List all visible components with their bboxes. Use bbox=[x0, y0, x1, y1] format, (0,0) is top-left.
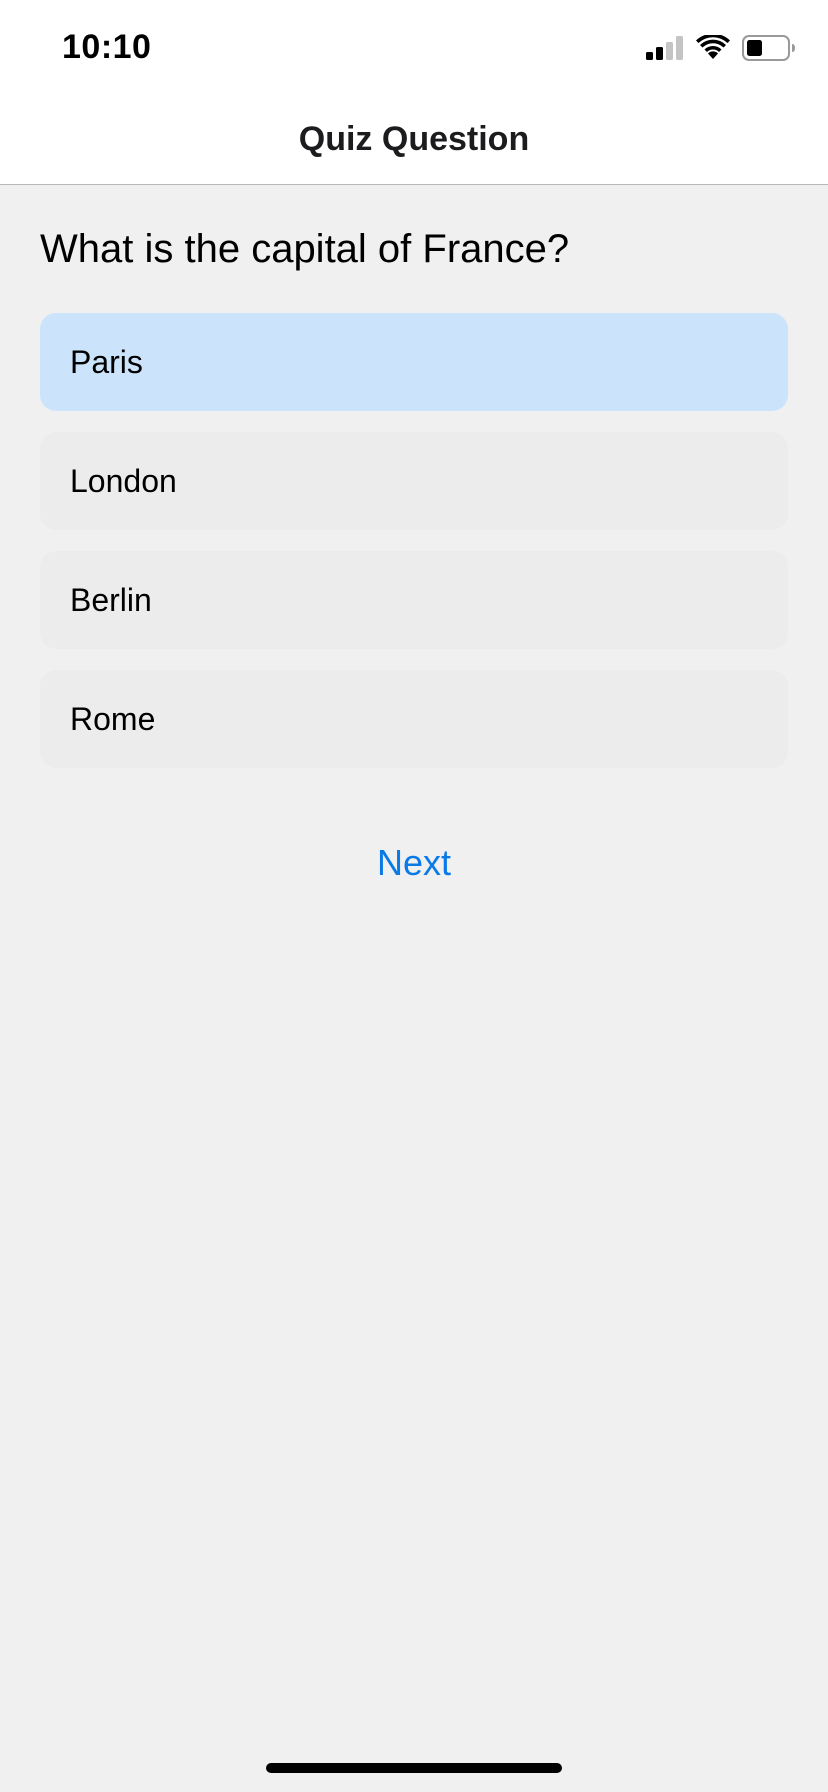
option-rome[interactable]: Rome bbox=[40, 670, 788, 768]
cellular-signal-icon bbox=[646, 35, 684, 65]
option-berlin[interactable]: Berlin bbox=[40, 551, 788, 649]
status-bar: 10:10 bbox=[0, 0, 828, 96]
option-label: Berlin bbox=[70, 581, 152, 618]
page-title: Quiz Question bbox=[298, 120, 530, 158]
option-label: London bbox=[70, 462, 177, 499]
navigation-bar: Quiz Question bbox=[0, 96, 828, 185]
battery-icon bbox=[742, 34, 796, 66]
next-button[interactable]: Next bbox=[0, 842, 828, 884]
status-icons bbox=[646, 33, 796, 66]
option-london[interactable]: London bbox=[40, 432, 788, 530]
option-label: Rome bbox=[70, 700, 156, 737]
option-paris[interactable]: Paris bbox=[40, 313, 788, 411]
quiz-content: What is the capital of France? Paris Lon… bbox=[40, 185, 788, 789]
status-time: 10:10 bbox=[62, 28, 152, 66]
answer-options: Paris London Berlin Rome bbox=[40, 313, 788, 768]
home-indicator[interactable] bbox=[266, 1763, 562, 1773]
question-text: What is the capital of France? bbox=[40, 227, 570, 271]
wifi-icon bbox=[696, 33, 730, 66]
option-label: Paris bbox=[70, 343, 143, 380]
